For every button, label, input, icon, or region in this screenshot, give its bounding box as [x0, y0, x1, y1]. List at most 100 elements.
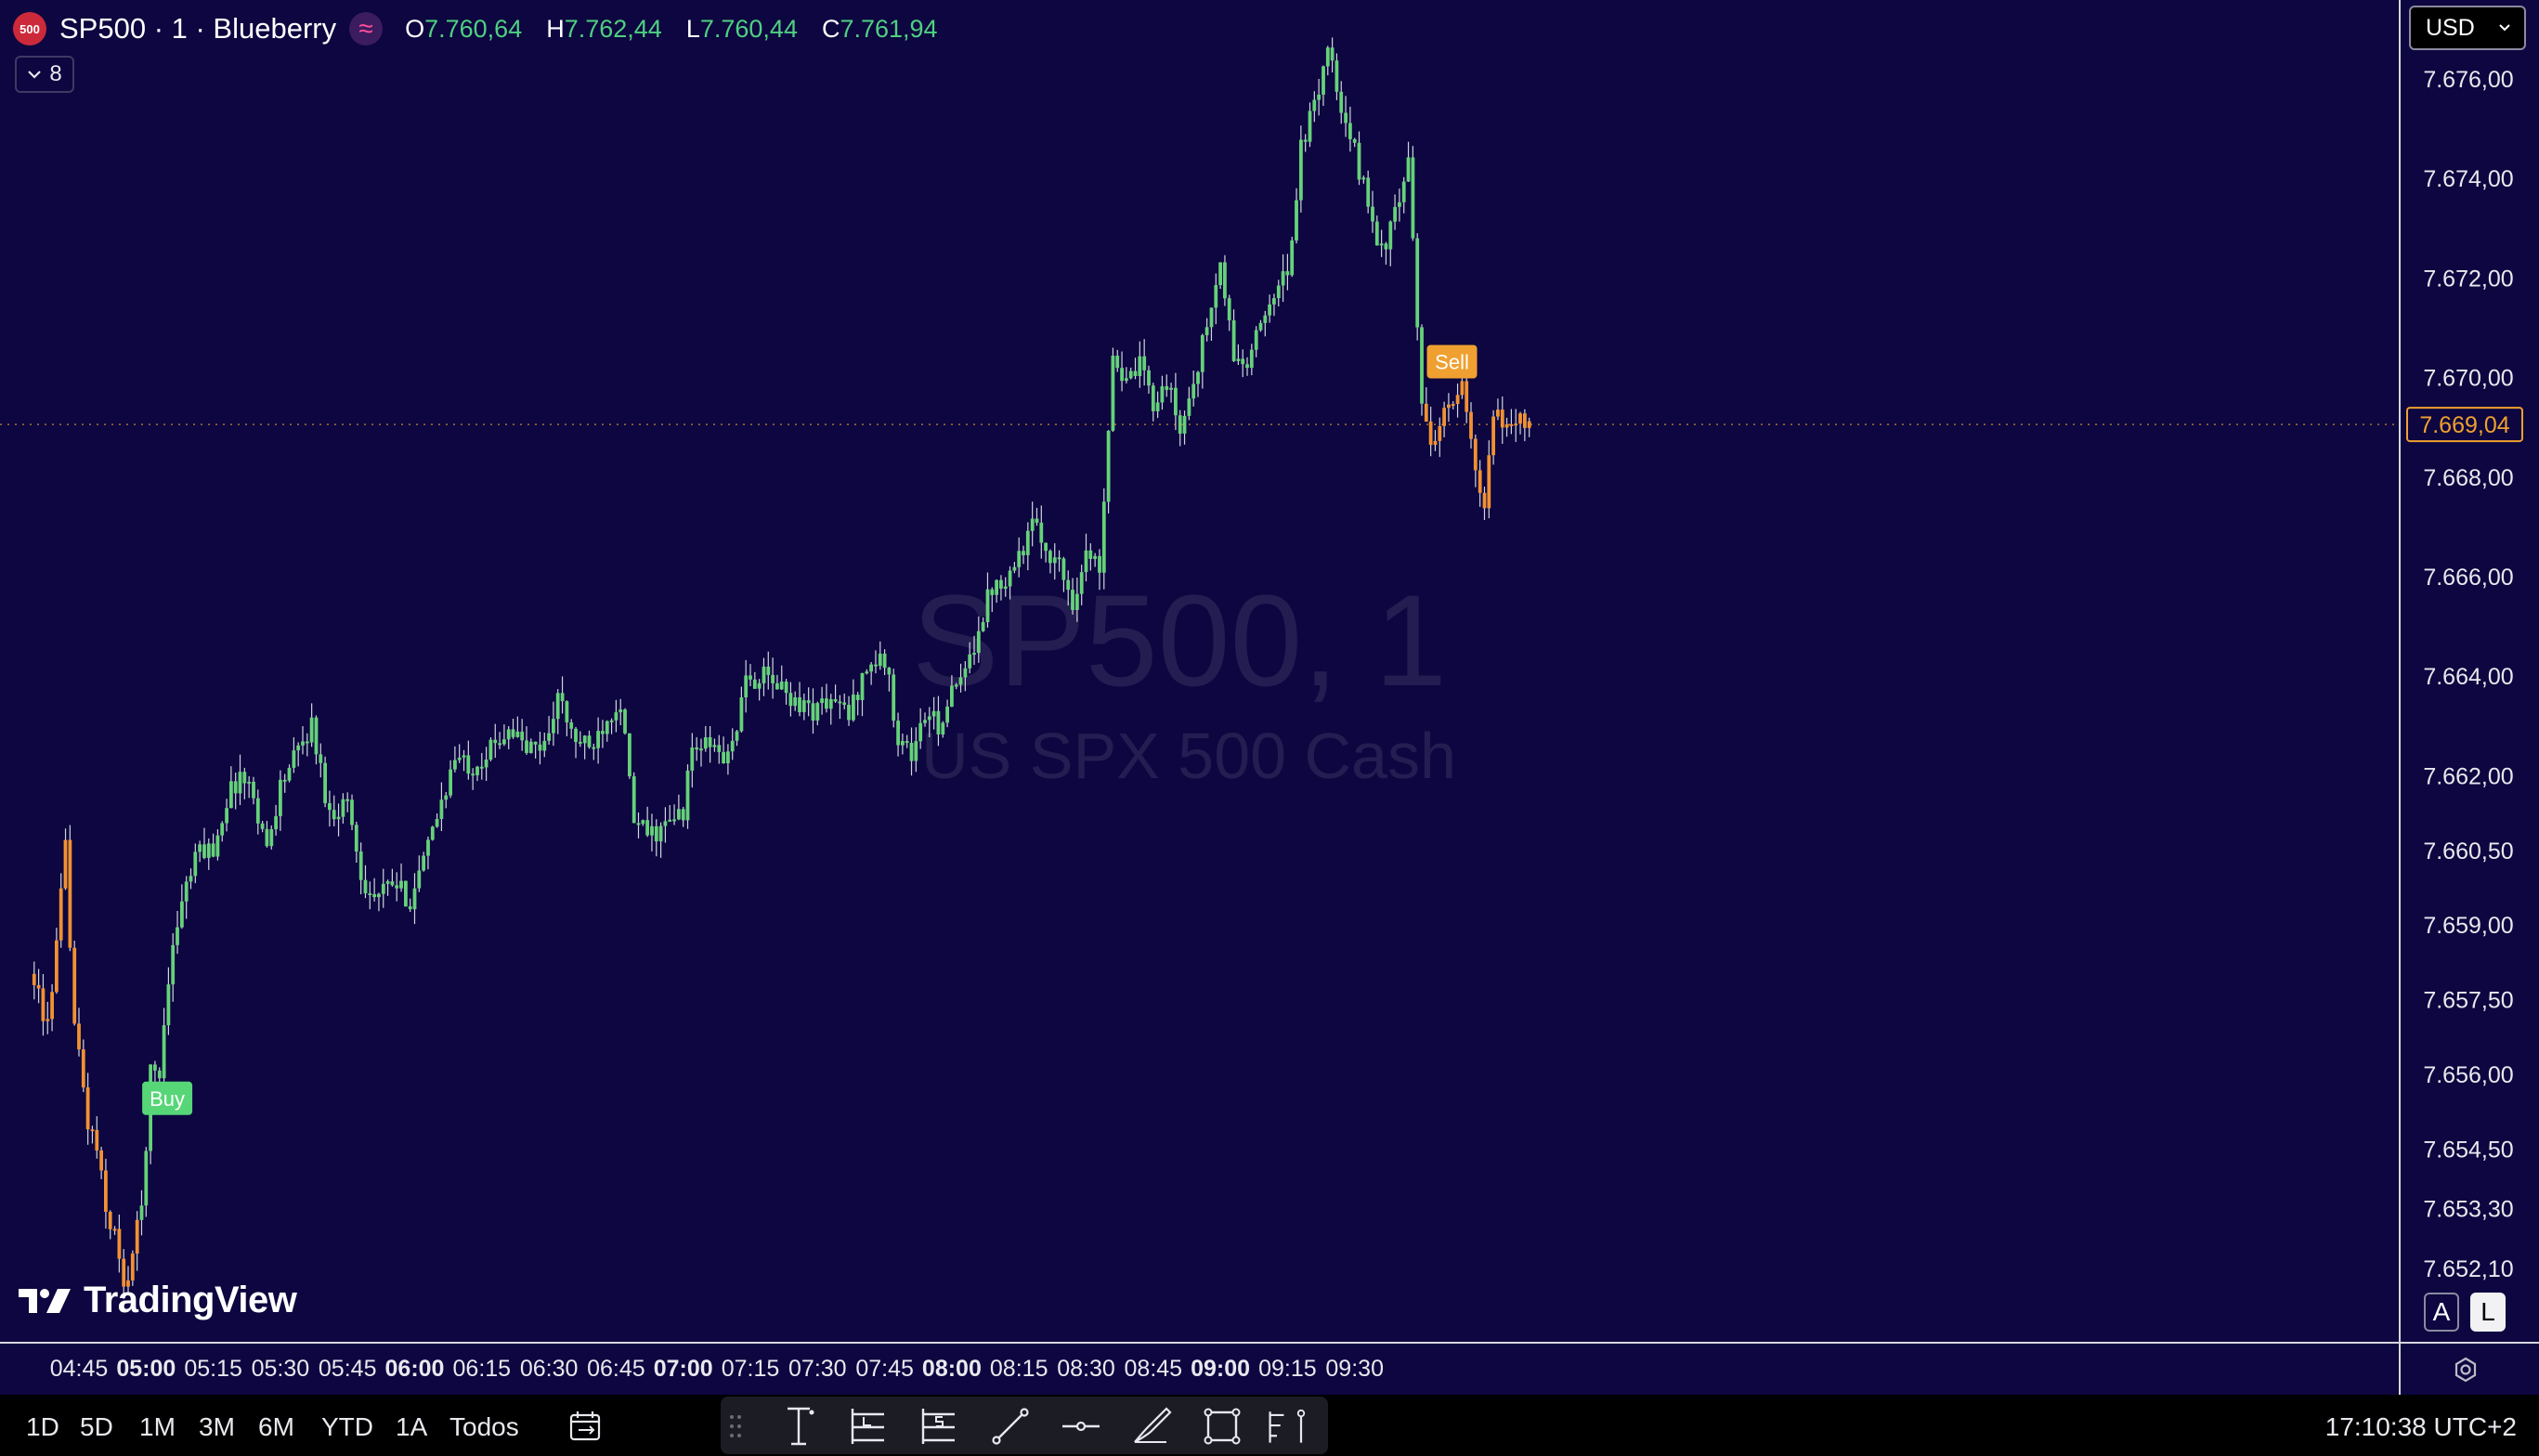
candle-body [941, 722, 945, 734]
candle-body [1388, 221, 1393, 250]
candle-body [658, 826, 663, 842]
candle-body [117, 1228, 122, 1259]
candle-body [1204, 327, 1209, 335]
candle-body [1057, 557, 1061, 560]
candle-body [923, 720, 927, 723]
candle-body [1106, 430, 1111, 502]
candle-body [596, 731, 600, 748]
candle-body [901, 741, 905, 746]
log-scale-button[interactable]: L [2470, 1293, 2506, 1332]
candle-body [793, 697, 798, 707]
cursor-text-tool[interactable] [775, 1402, 823, 1450]
candle-body [260, 823, 265, 829]
candle-body [252, 781, 255, 799]
candle-body [1491, 416, 1495, 456]
candle-body [475, 766, 479, 775]
candle-body [1348, 123, 1352, 139]
candle-body [412, 888, 417, 910]
candle-body [1398, 202, 1401, 207]
candle-body [1245, 364, 1249, 369]
candle-body [833, 699, 838, 702]
candle-body [842, 702, 847, 705]
candle-body [55, 940, 59, 993]
candle-body [1155, 402, 1160, 411]
calendar-icon [569, 1411, 601, 1441]
candle-body [950, 685, 954, 707]
candle-body [712, 745, 717, 748]
candle-body [838, 701, 842, 704]
candle-body [157, 1070, 162, 1079]
fib-tool[interactable] [1265, 1402, 1313, 1450]
long-position-tool[interactable] [845, 1402, 893, 1450]
candle-body [860, 672, 865, 700]
range-1d-button[interactable]: 1D [26, 1406, 59, 1449]
candle-body [1227, 298, 1231, 320]
candle-body [439, 800, 444, 819]
symbol-logo[interactable]: 500 [13, 12, 46, 46]
candle-body [345, 799, 350, 801]
candle-body [1101, 501, 1106, 573]
candle-body [1196, 371, 1200, 384]
candle-body [1263, 315, 1268, 323]
wave-icon[interactable]: ≈ [349, 12, 384, 46]
candle-body [874, 664, 878, 667]
range-3m-button[interactable]: 3M [199, 1406, 235, 1449]
price-tick-label: 7.653,30 [2423, 1197, 2513, 1223]
short-position-tool[interactable] [916, 1402, 964, 1450]
candle-body [1048, 551, 1052, 564]
candle-body [453, 760, 457, 770]
time-tick-label: 05:45 [319, 1356, 377, 1382]
range-6m-button[interactable]: 6M [258, 1406, 294, 1449]
range-ytd-button[interactable]: YTD [321, 1406, 373, 1449]
candle-body [1335, 60, 1339, 92]
candle-body [1478, 470, 1482, 493]
candle-body [229, 781, 233, 809]
candle-body [815, 703, 820, 721]
candle-body [1012, 566, 1017, 571]
price-tick-label: 7.654,50 [2423, 1137, 2513, 1163]
price-chart[interactable]: SP500, 1 US SPX 500 Cash Buy Sell 7.676,0… [0, 0, 2539, 1395]
currency-select[interactable]: USD [2409, 6, 2526, 50]
range-1m-button[interactable]: 1M [139, 1406, 176, 1449]
chevron-down-icon [28, 71, 42, 79]
candle-body [202, 844, 206, 858]
candle-body [1451, 404, 1455, 406]
price-scale-panel[interactable] [2400, 0, 2539, 1395]
indicators-toggle-button[interactable]: 8 [15, 56, 74, 93]
rectangle-tool[interactable] [1198, 1402, 1246, 1450]
tradingview-logo[interactable]: TradingView [19, 1280, 297, 1321]
go-to-date-button[interactable] [563, 1404, 609, 1449]
brush-tool[interactable] [1127, 1402, 1176, 1450]
candle-body [282, 779, 287, 782]
candle-body [735, 731, 739, 741]
candle-body [631, 776, 636, 824]
range-5d-button[interactable]: 5D [80, 1406, 113, 1449]
candle-body [381, 883, 385, 894]
auto-scale-button[interactable]: A [2424, 1293, 2459, 1332]
trend-line-tool[interactable] [986, 1402, 1035, 1450]
symbol-title[interactable]: SP500 · 1 · Blueberry [59, 12, 336, 46]
candle-body [1030, 518, 1035, 531]
tradingview-logo-text: TradingView [84, 1280, 297, 1320]
session-clock[interactable]: 17:10:38 UTC+2 [2325, 1406, 2517, 1449]
candle-body [1039, 522, 1044, 543]
price-tick-label: 7.656,00 [2423, 1062, 2513, 1088]
candle-body [255, 798, 260, 824]
price-tick-label: 7.664,00 [2423, 664, 2513, 690]
chart-settings-button[interactable] [2444, 1348, 2487, 1391]
candle-body [1496, 410, 1500, 417]
drag-handle[interactable] [717, 1402, 754, 1450]
candle-body [395, 885, 399, 889]
candle-body [1504, 423, 1509, 428]
ohlc-open: O 7.760,64 [405, 14, 523, 43]
range-1a-button[interactable]: 1A [396, 1406, 427, 1449]
candle-body [641, 820, 645, 825]
candle-body [958, 677, 963, 685]
candle-body [1187, 398, 1191, 416]
candle-body [41, 988, 46, 1021]
time-tick-label: 07:30 [788, 1356, 847, 1382]
range-all-button[interactable]: Todos [449, 1406, 519, 1449]
candle-body [555, 693, 560, 720]
horizontal-ray-tool[interactable] [1057, 1402, 1105, 1450]
candle-body [788, 693, 793, 707]
